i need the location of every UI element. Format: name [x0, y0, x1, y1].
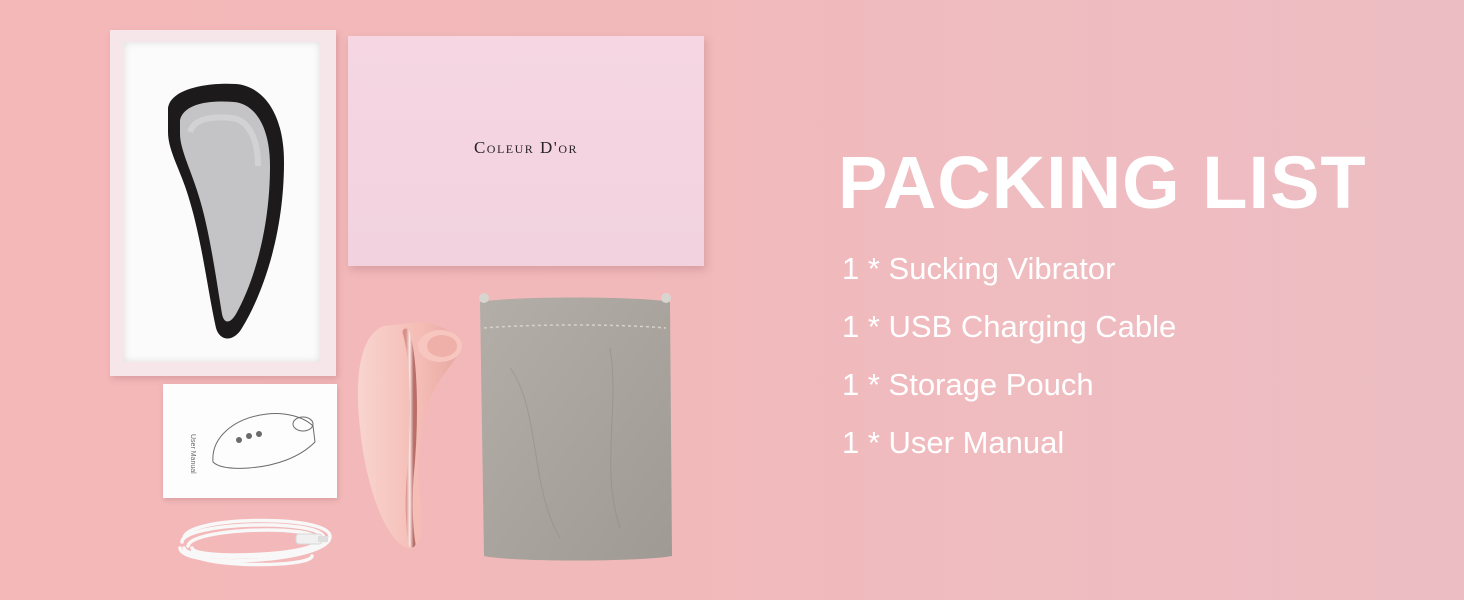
- packing-list-panel: PACKING LIST 1 * Sucking Vibrator 1 * US…: [838, 140, 1448, 472]
- list-item: 1 * Sucking Vibrator: [842, 251, 1116, 286]
- manual-device-illustration: User Manual: [189, 413, 316, 474]
- list-item: 1 * User Manual: [842, 425, 1065, 460]
- list-item: 1 * USB Charging Cable: [842, 309, 1177, 344]
- product-photo: Coleur D'or User Manual PACKING LIST 1 *…: [0, 0, 1464, 600]
- usb-charging-cable: [178, 518, 332, 567]
- box-insert-tray: [124, 42, 320, 362]
- open-gift-box: [110, 30, 336, 376]
- brand-logo-text: Coleur D'or: [473, 138, 579, 157]
- list-item: 1 * Storage Pouch: [842, 367, 1094, 402]
- box-lid: Coleur D'or: [348, 36, 704, 266]
- manual-title-text: User Manual: [189, 434, 196, 474]
- device-cutout-icon: [168, 83, 284, 339]
- user-manual-booklet: User Manual: [163, 384, 337, 498]
- storage-pouch: [479, 293, 672, 561]
- sucking-vibrator-device: [357, 322, 462, 549]
- packing-list-items: 1 * Sucking Vibrator 1 * USB Charging Ca…: [842, 240, 1448, 472]
- packing-list-title: PACKING LIST: [838, 141, 1367, 224]
